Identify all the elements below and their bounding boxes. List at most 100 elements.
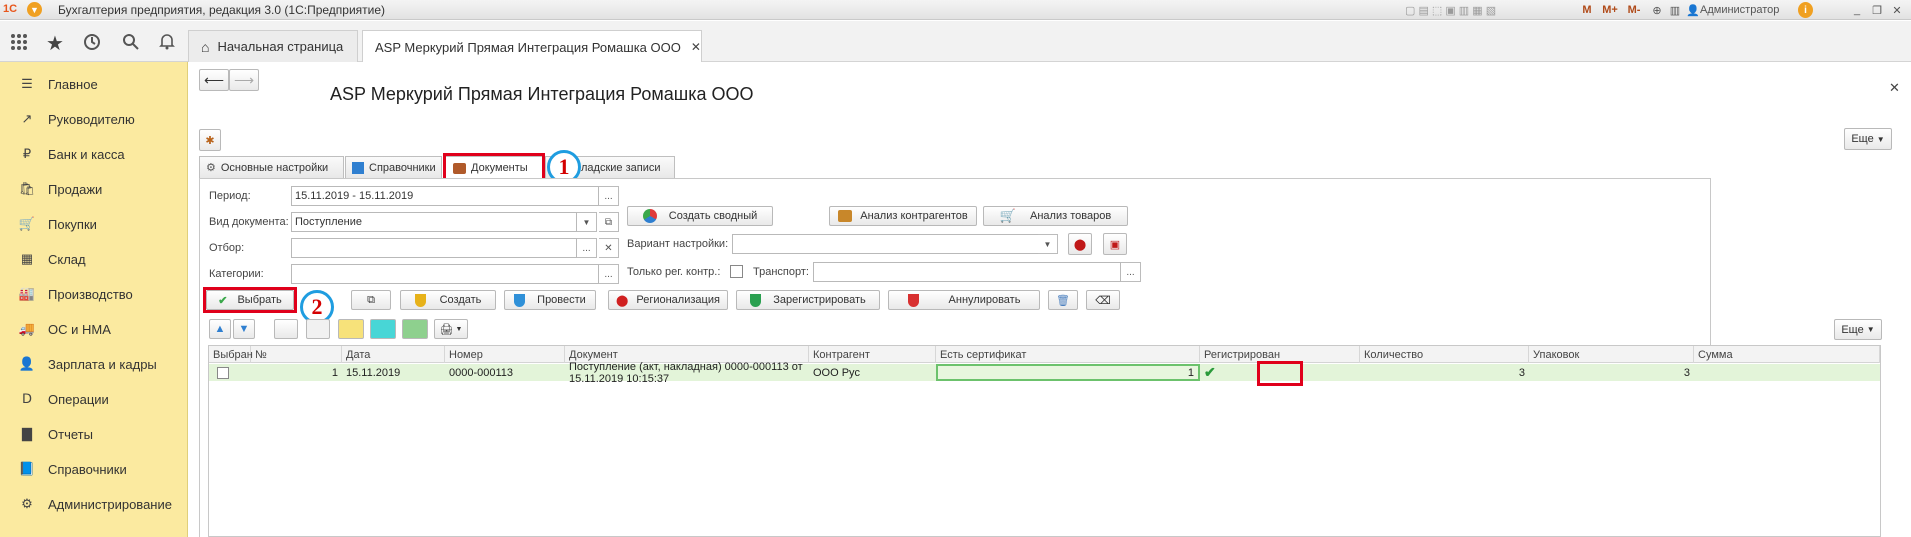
tab-main-settings[interactable]: ⚙ Основные настройки bbox=[199, 156, 344, 178]
notifications-bell-icon[interactable] bbox=[158, 32, 176, 50]
print-button[interactable]: 🖨 ▼ bbox=[434, 319, 468, 339]
tab-home[interactable]: ⌂ Начальная страница bbox=[188, 30, 358, 62]
sidebar-item-3[interactable]: 🛍 Продажи bbox=[0, 172, 188, 206]
categories-select-button[interactable]: ... bbox=[599, 264, 619, 284]
analysis-counterparties-button[interactable]: Анализ контрагентов bbox=[829, 206, 977, 226]
post-button[interactable]: Провести bbox=[504, 290, 596, 310]
app-logo-icon[interactable]: 1C bbox=[3, 3, 21, 17]
sidebar-item-7[interactable]: 🚚 ОС и НМА bbox=[0, 312, 188, 346]
cancel-button[interactable]: Аннулировать bbox=[888, 290, 1040, 310]
cell-selected[interactable] bbox=[209, 364, 251, 381]
close-form-icon[interactable]: ✕ bbox=[1889, 80, 1900, 96]
m-button[interactable]: M bbox=[1580, 2, 1594, 18]
color-filter-cyan[interactable] bbox=[370, 319, 396, 339]
move-down-button[interactable]: ▼ bbox=[233, 319, 255, 339]
doc-type-open-icon[interactable]: ⧉ bbox=[599, 212, 619, 232]
move-up-button[interactable]: ▲ bbox=[209, 319, 231, 339]
sidebar-item-4[interactable]: 🛒 Покупки bbox=[0, 207, 188, 241]
sidebar-item-label: Справочники bbox=[48, 461, 127, 477]
transport-select-button[interactable]: ... bbox=[1121, 262, 1141, 282]
period-input[interactable]: 15.11.2019 - 15.11.2019 bbox=[291, 186, 599, 206]
tab-asp-mercury[interactable]: ASP Меркурий Прямая Интеграция Ромашка О… bbox=[362, 30, 702, 63]
period-label: Период: bbox=[209, 190, 251, 202]
more-button-table[interactable]: Еще ▼ bbox=[1834, 319, 1882, 340]
column-header[interactable]: № bbox=[251, 346, 342, 363]
filter-select-button[interactable]: ... bbox=[577, 238, 597, 258]
favorites-star-icon[interactable]: ★ bbox=[46, 31, 64, 56]
sidebar-item-12[interactable]: ⚙ Администрирование bbox=[0, 487, 188, 521]
zoom-icon[interactable]: ⊕ bbox=[1650, 2, 1664, 18]
period-picker-button[interactable]: ... bbox=[599, 186, 619, 206]
user-name[interactable]: Администратор bbox=[1700, 2, 1790, 18]
history-icon[interactable] bbox=[83, 33, 101, 51]
column-header[interactable]: Количество bbox=[1360, 346, 1529, 363]
info-icon[interactable]: i bbox=[1798, 2, 1813, 18]
color-filter-white[interactable] bbox=[274, 319, 298, 339]
user-icon: 👤 bbox=[1686, 4, 1700, 17]
forward-button[interactable]: ⟶ bbox=[229, 69, 259, 91]
cell-counterparty: ООО Рус bbox=[813, 366, 860, 379]
sidebar-item-8[interactable]: 👤 Зарплата и кадры bbox=[0, 347, 188, 381]
variant-dropdown-icon[interactable]: ▼ bbox=[1038, 234, 1058, 254]
variant-save-button[interactable]: ▣ bbox=[1103, 233, 1127, 255]
create-summary-button[interactable]: Создать сводный bbox=[627, 206, 773, 226]
create-button[interactable]: Создать bbox=[400, 290, 496, 310]
column-header[interactable]: Упаковок bbox=[1529, 346, 1694, 363]
back-button[interactable]: ⟵ bbox=[199, 69, 229, 91]
tab-references[interactable]: Справочники bbox=[345, 156, 442, 178]
m-minus-button[interactable]: M- bbox=[1625, 2, 1643, 18]
close-tab-icon[interactable]: ✕ bbox=[691, 40, 701, 54]
truck-icon: 🚚 bbox=[18, 321, 36, 336]
clear-button[interactable]: ⌫ bbox=[1086, 290, 1120, 310]
bar-chart-icon: ▇ bbox=[22, 426, 32, 441]
transport-input[interactable] bbox=[813, 262, 1121, 282]
sidebar-item-9[interactable]: Ⅾ Операции bbox=[0, 382, 188, 416]
row-checkbox[interactable] bbox=[217, 366, 229, 379]
delete-button[interactable]: 🗑 bbox=[1048, 290, 1078, 310]
main-menu-icon[interactable]: ▼ bbox=[27, 2, 42, 17]
register-button[interactable]: Зарегистрировать bbox=[736, 290, 880, 310]
column-header[interactable]: Есть сертификат bbox=[936, 346, 1200, 363]
color-filter-yellow[interactable] bbox=[338, 319, 364, 339]
copy-button[interactable]: ⧉ bbox=[351, 290, 391, 310]
categories-input[interactable] bbox=[291, 264, 599, 284]
color-filter-grey[interactable] bbox=[306, 319, 330, 339]
toolbar-icons[interactable]: ▢ ▤ ⬚ ▣ ▥ ▦ ▧ bbox=[1405, 2, 1575, 18]
cell-number: 0000-000113 bbox=[449, 366, 514, 379]
sidebar: ☰ Главное ↗ Руководителю ₽ Банк и касса 🛍 Прода… bbox=[0, 62, 188, 537]
only-reg-checkbox[interactable] bbox=[730, 265, 743, 278]
minimize-icon[interactable]: _ bbox=[1850, 2, 1864, 18]
sidebar-item-2[interactable]: ₽ Банк и касса bbox=[0, 137, 188, 171]
more-button-top[interactable]: Еще ▼ bbox=[1844, 128, 1892, 150]
doc-type-select[interactable]: Поступление bbox=[291, 212, 577, 232]
doc-type-dropdown-icon[interactable]: ▼ bbox=[577, 212, 597, 232]
sidebar-item-5[interactable]: ▦ Склад bbox=[0, 242, 188, 276]
filter-input[interactable] bbox=[291, 238, 577, 258]
column-header[interactable]: Контрагент bbox=[809, 346, 936, 363]
variant-select[interactable] bbox=[732, 234, 1040, 254]
column-header[interactable]: Дата bbox=[342, 346, 445, 363]
sidebar-item-11[interactable]: 📘 Справочники bbox=[0, 452, 188, 486]
sidebar-item-10[interactable]: ▇ Отчеты bbox=[0, 417, 188, 451]
settings-tools-button[interactable]: ✱ bbox=[199, 129, 221, 151]
column-header[interactable]: Сумма bbox=[1694, 346, 1880, 363]
sidebar-item-label: Операции bbox=[48, 391, 109, 407]
variant-load-button[interactable]: ⬤ bbox=[1068, 233, 1092, 255]
m-plus-button[interactable]: M+ bbox=[1600, 2, 1620, 18]
analysis-goods-button[interactable]: 🛒 Анализ товаров bbox=[983, 206, 1128, 226]
column-header[interactable]: Выбран bbox=[209, 346, 253, 363]
post-label: Провести bbox=[537, 294, 586, 306]
sidebar-item-1[interactable]: ↗ Руководителю bbox=[0, 102, 188, 136]
regionalization-button[interactable]: ⬤ Регионализация bbox=[608, 290, 728, 310]
close-window-icon[interactable]: ✕ bbox=[1890, 2, 1904, 18]
apps-grid-icon[interactable] bbox=[10, 33, 28, 51]
restore-icon[interactable]: ❐ bbox=[1870, 2, 1884, 18]
filter-clear-icon[interactable]: ✕ bbox=[599, 238, 619, 258]
column-header[interactable]: Номер bbox=[445, 346, 565, 363]
sidebar-item-6[interactable]: 🏭 Производство bbox=[0, 277, 188, 311]
search-icon[interactable] bbox=[122, 33, 140, 51]
table-row[interactable]: 1 15.11.2019 0000-000113 Поступление (акт, … bbox=[209, 361, 1880, 385]
sidebar-item-0[interactable]: ☰ Главное bbox=[0, 67, 188, 101]
panel-icon[interactable]: ▥ bbox=[1668, 2, 1682, 18]
color-filter-green[interactable] bbox=[402, 319, 428, 339]
